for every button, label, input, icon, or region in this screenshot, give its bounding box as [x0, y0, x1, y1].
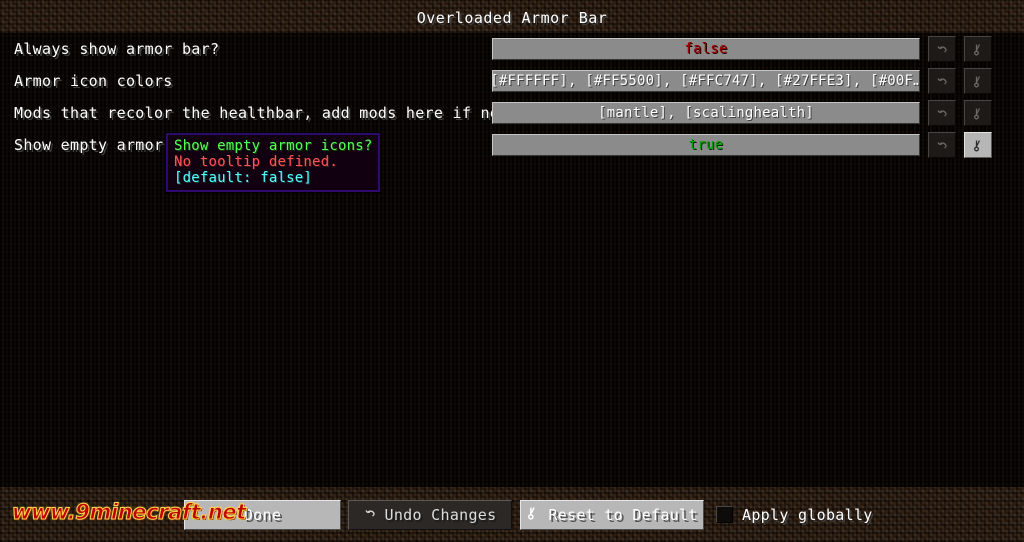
reset-default-button[interactable]: [964, 36, 992, 62]
undo-button[interactable]: [928, 132, 956, 158]
reset-default-button[interactable]: [964, 68, 992, 94]
tooltip-default-value: [default: false]: [174, 170, 313, 186]
config-rows-list: Always show armor bar? false Armor icon …: [0, 33, 1024, 161]
config-value-text: false: [684, 41, 728, 57]
tooltip-title: Show empty armor icons?: [174, 138, 373, 154]
undo-arrow-icon: [936, 139, 949, 152]
undo-arrow-icon: [936, 75, 949, 88]
reset-default-icon: [972, 43, 985, 56]
tooltip-description: No tooltip defined.: [174, 154, 338, 170]
undo-button[interactable]: [928, 100, 956, 126]
config-row: Armor icon colors [#FFFFFF], [#FF5500], …: [0, 65, 1024, 97]
undo-button[interactable]: [928, 36, 956, 62]
config-value-text: true: [688, 137, 724, 153]
reset-default-button[interactable]: [964, 132, 992, 158]
config-row: Mods that recolor the healthbar, add mod…: [0, 97, 1024, 129]
site-watermark: www.9minecraft.net: [12, 500, 247, 525]
config-value-field[interactable]: [mantle], [scalinghealth]: [492, 102, 920, 124]
reset-to-default-label: Reset to Default: [548, 505, 698, 524]
reset-default-icon: [972, 107, 985, 120]
config-row-label: Always show armor bar?: [14, 40, 220, 58]
config-row: Always show armor bar? false: [0, 33, 1024, 65]
page-title: Overloaded Armor Bar: [416, 9, 608, 27]
undo-button[interactable]: [928, 68, 956, 94]
apply-globally-label: Apply globally: [742, 505, 873, 524]
undo-arrow-icon: [364, 506, 377, 524]
undo-arrow-icon: [936, 43, 949, 56]
config-value-field[interactable]: [#FFFFFF], [#FF5500], [#FFC747], [#27FFE…: [492, 70, 920, 92]
config-row-label: Mods that recolor the healthbar, add mod…: [14, 104, 537, 122]
config-value-field[interactable]: false: [492, 38, 920, 60]
undo-changes-button[interactable]: Undo Changes: [348, 499, 512, 530]
apply-globally-control[interactable]: Apply globally: [716, 506, 873, 524]
reset-default-icon: [526, 506, 540, 524]
reset-default-button[interactable]: [964, 100, 992, 126]
minecraft-config-screen: Overloaded Armor Bar Always show armor b…: [0, 0, 1024, 542]
apply-globally-checkbox[interactable]: [716, 506, 733, 523]
undo-arrow-icon: [936, 107, 949, 120]
config-value-text: [#FFFFFF], [#FF5500], [#FFC747], [#27FFE…: [492, 73, 920, 89]
config-value-field[interactable]: true: [492, 134, 920, 156]
config-row-label: Armor icon colors: [14, 72, 173, 90]
done-button-label: Done: [243, 505, 282, 524]
reset-to-default-button[interactable]: Reset to Default: [520, 499, 704, 530]
config-row: Show empty armor icons? true: [0, 129, 1024, 161]
config-value-text: [mantle], [scalinghealth]: [598, 105, 814, 121]
reset-default-icon: [972, 75, 985, 88]
undo-changes-label: Undo Changes: [384, 505, 497, 524]
tooltip: Show empty armor icons? No tooltip defin…: [164, 132, 382, 193]
reset-default-icon: [972, 139, 985, 152]
